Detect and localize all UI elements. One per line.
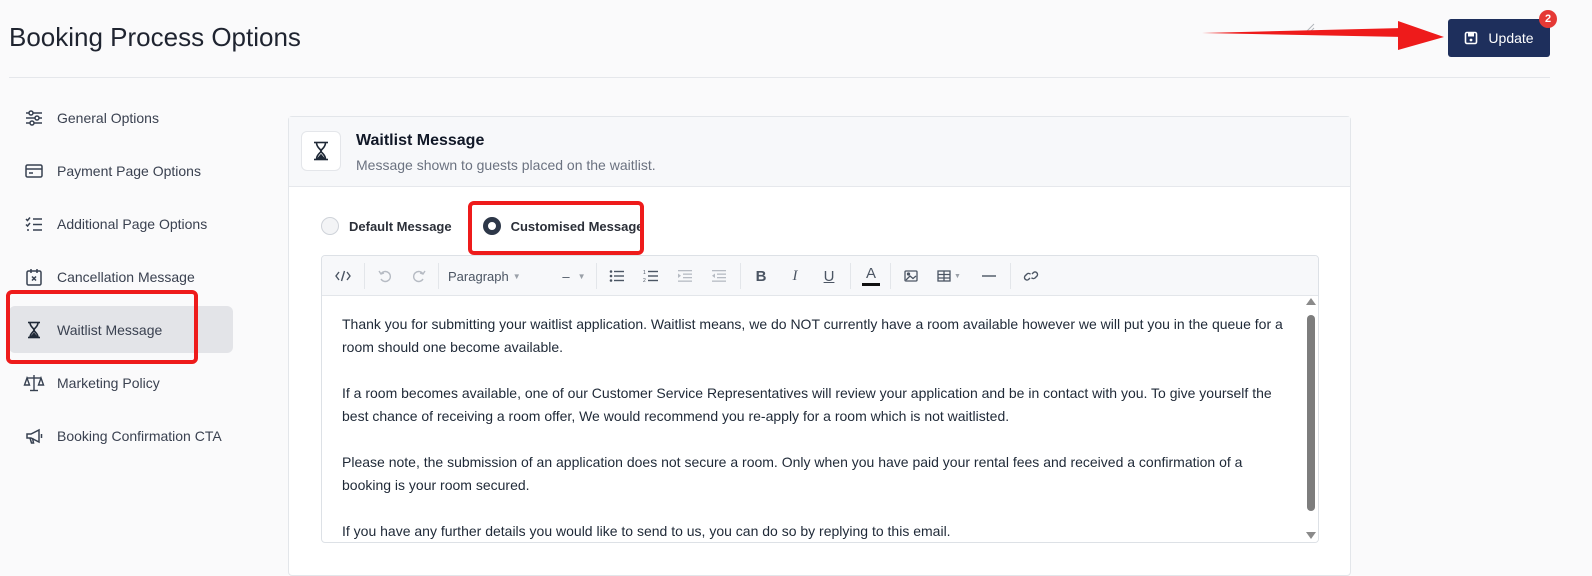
radio-unchecked-icon[interactable]	[321, 217, 339, 235]
waitlist-message-card: Waitlist Message Message shown to guests…	[288, 116, 1351, 576]
editor-toolbar: Paragraph ▼ – ▼ 12 B I U A ▼	[322, 256, 1318, 296]
bullet-list-icon[interactable]	[606, 256, 628, 296]
annotation-arrow	[1202, 21, 1444, 50]
card-icon-box	[301, 131, 341, 171]
numbered-list-icon[interactable]: 12	[640, 256, 662, 296]
font-size-value: –	[562, 268, 570, 284]
outdent-icon[interactable]	[708, 256, 730, 296]
code-view-icon[interactable]	[332, 256, 354, 296]
block-format-select[interactable]: Paragraph ▼	[448, 256, 558, 296]
text-color-icon[interactable]: A	[860, 256, 882, 296]
link-icon[interactable]	[1020, 256, 1042, 296]
sidebar-item-additional-page-options[interactable]: Additional Page Options	[9, 200, 233, 247]
radio-label: Default Message	[349, 218, 452, 234]
calendar-x-icon	[23, 266, 45, 288]
sidebar-item-cancellation-message[interactable]: Cancellation Message	[9, 253, 233, 300]
sidebar-item-label: Cancellation Message	[57, 268, 195, 285]
editor-content[interactable]: Thank you for submitting your waitlist a…	[322, 297, 1304, 542]
update-count-badge: 2	[1539, 10, 1557, 28]
scrollbar-thumb[interactable]	[1307, 315, 1315, 511]
checklist-icon	[23, 213, 45, 235]
sidebar: General Options Payment Page Options Add…	[6, 94, 233, 465]
sidebar-item-waitlist-message[interactable]: Waitlist Message	[6, 290, 233, 364]
svg-text:2: 2	[643, 278, 646, 283]
customised-message-radio[interactable]: Customised Message	[482, 217, 644, 235]
block-format-value: Paragraph	[448, 268, 509, 284]
svg-text:1: 1	[643, 270, 646, 276]
credit-card-icon	[23, 160, 45, 182]
chevron-down-icon: ▼	[577, 271, 586, 281]
horizontal-rule-icon[interactable]	[978, 256, 1000, 296]
sidebar-item-label: Payment Page Options	[57, 162, 201, 179]
megaphone-icon	[23, 425, 45, 447]
radio-label: Customised Message	[510, 218, 644, 234]
card-subtitle: Message shown to guests placed on the wa…	[356, 157, 656, 173]
sidebar-item-label: General Options	[57, 109, 159, 126]
sidebar-item-label: Waitlist Message	[57, 321, 163, 338]
underline-icon[interactable]: U	[818, 256, 840, 296]
sidebar-item-booking-confirmation-cta[interactable]: Booking Confirmation CTA	[9, 412, 233, 459]
sliders-icon	[23, 107, 45, 129]
sidebar-item-general-options[interactable]: General Options	[9, 94, 233, 141]
table-icon[interactable]: ▼	[934, 256, 964, 296]
font-size-select[interactable]: – ▼	[558, 256, 590, 296]
image-icon[interactable]	[900, 256, 922, 296]
bold-icon[interactable]: B	[750, 256, 772, 296]
toolbar-separator	[740, 263, 741, 289]
scales-icon	[23, 372, 45, 394]
rich-text-editor[interactable]: Paragraph ▼ – ▼ 12 B I U A ▼ Thank you f…	[321, 255, 1319, 543]
redo-icon[interactable]	[408, 256, 430, 296]
sidebar-item-label: Additional Page Options	[57, 215, 208, 232]
message-paragraph: If you have any further details you woul…	[342, 523, 951, 539]
editor-scrollbar[interactable]	[1304, 297, 1318, 542]
scroll-down-arrow-icon[interactable]	[1306, 532, 1316, 539]
undo-icon[interactable]	[374, 256, 396, 296]
sidebar-item-label: Marketing Policy	[57, 374, 160, 391]
update-button-label: Update	[1488, 30, 1534, 46]
hourglass-icon	[314, 141, 328, 161]
sidebar-item-payment-page-options[interactable]: Payment Page Options	[9, 147, 233, 194]
italic-icon[interactable]: I	[784, 256, 806, 296]
sidebar-item-marketing-policy[interactable]: Marketing Policy	[9, 359, 233, 406]
hourglass-icon	[23, 319, 45, 341]
toolbar-separator	[438, 263, 439, 289]
scroll-up-arrow-icon[interactable]	[1306, 298, 1316, 305]
indent-icon[interactable]	[674, 256, 696, 296]
toolbar-separator	[596, 263, 597, 289]
update-button[interactable]: Update	[1448, 19, 1550, 57]
toolbar-separator	[1010, 263, 1011, 289]
card-title: Waitlist Message	[356, 132, 485, 149]
message-paragraph: Please note, the submission of an applic…	[342, 454, 1243, 493]
default-message-radio[interactable]: Default Message	[321, 217, 452, 235]
toolbar-separator	[364, 263, 365, 289]
toolbar-separator	[850, 263, 851, 289]
card-header: Waitlist Message Message shown to guests…	[289, 117, 1350, 187]
page-title: Booking Process Options	[9, 22, 301, 52]
message-paragraph: Thank you for submitting your waitlist a…	[342, 316, 1283, 355]
chevron-down-icon: ▼	[512, 271, 521, 281]
save-icon	[1465, 31, 1478, 45]
chevron-down-icon: ▼	[954, 272, 961, 280]
message-paragraph: If a room becomes available, one of our …	[342, 385, 1272, 424]
header-divider	[9, 77, 1550, 78]
sidebar-item-label: Booking Confirmation CTA	[57, 427, 222, 444]
message-type-radio-group: Default Message Customised Message	[321, 217, 644, 235]
toolbar-separator	[890, 263, 891, 289]
radio-checked-icon[interactable]	[482, 217, 501, 235]
